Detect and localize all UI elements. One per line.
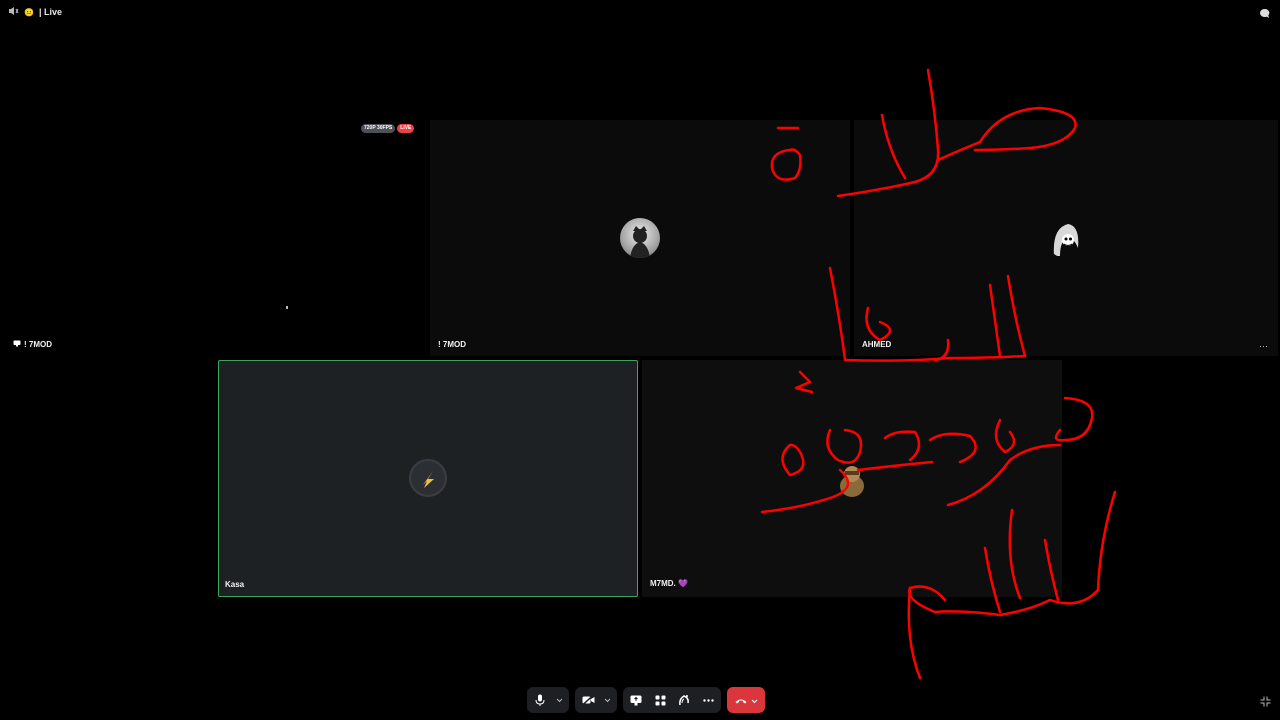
more-icon[interactable] (701, 693, 715, 707)
live-badge: LIVE (397, 124, 415, 133)
quality-badge: 720P 30FPS (361, 124, 396, 133)
video-tile-speaking[interactable]: Kasa (218, 360, 638, 597)
call-controls (527, 687, 765, 713)
chevron-down-icon[interactable] (603, 693, 611, 707)
tile-label: ! 7MOD (438, 340, 466, 349)
disconnect-button[interactable] (727, 687, 765, 713)
actions-group (623, 687, 721, 713)
avatar (834, 460, 870, 498)
annotation-drawing (760, 68, 1117, 680)
screen-share-icon (13, 340, 21, 349)
chevron-down-icon[interactable] (555, 693, 563, 707)
mouse-cursor (286, 306, 288, 309)
more-options-icon[interactable]: ··· (1259, 341, 1268, 351)
avatar (409, 459, 447, 497)
microphone-icon[interactable] (533, 693, 547, 707)
mic-group (527, 687, 569, 713)
camera-group (575, 687, 617, 713)
phone-hangup-icon (735, 691, 747, 709)
tile-label: AHMED (862, 340, 892, 349)
video-tile[interactable]: ! 7MOD (430, 120, 850, 356)
tile-label: ! 7MOD (13, 340, 52, 349)
video-tile[interactable]: AHMED (854, 120, 1278, 356)
avatar (620, 218, 660, 258)
speaker-icon[interactable] (8, 6, 19, 18)
avatar (1046, 218, 1086, 258)
soundboard-icon[interactable] (677, 693, 691, 707)
video-tile-screenshare[interactable]: 720P 30FPS LIVE ! 7MOD (0, 120, 428, 356)
title-bar: 😐 | Live (0, 0, 1280, 24)
stream-badges: 720P 30FPS LIVE (361, 124, 415, 133)
chevron-down-icon[interactable] (751, 691, 758, 709)
tile-label: Kasa (225, 580, 245, 589)
emoji-icon: 😐 (24, 7, 34, 17)
screen-share-icon[interactable] (629, 693, 643, 707)
tile-label: M7MD. 💜 (650, 579, 688, 588)
chat-icon[interactable] (1259, 6, 1270, 24)
window-title: | Live (38, 7, 62, 17)
exit-fullscreen-icon[interactable] (1260, 694, 1271, 712)
camera-off-icon[interactable] (581, 693, 595, 707)
activities-icon[interactable] (653, 693, 667, 707)
video-tile[interactable]: M7MD. 💜 (642, 360, 1062, 597)
